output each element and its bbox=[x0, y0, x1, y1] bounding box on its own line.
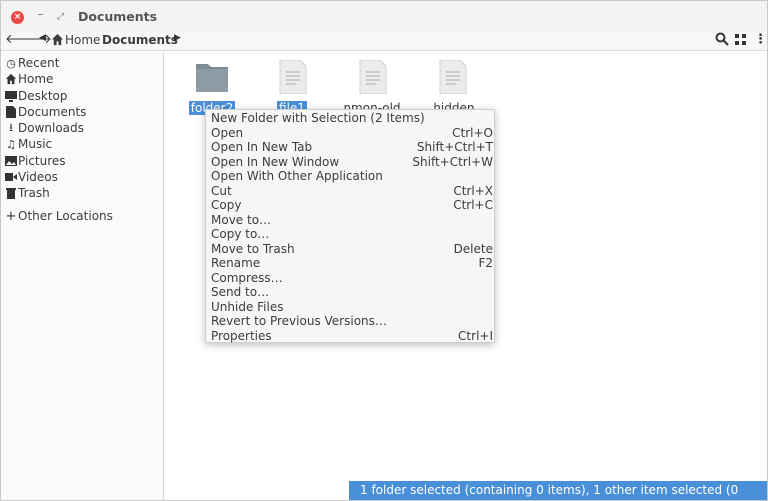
sidebar-item-other-locations[interactable]: + Other Locations bbox=[5, 208, 113, 224]
text-file-icon bbox=[439, 59, 467, 95]
close-window-button[interactable]: × bbox=[11, 11, 24, 24]
sidebar: ◷ Recent Home Desktop Documents ⭳ Downlo… bbox=[1, 52, 164, 500]
menu-item-label: Rename bbox=[211, 256, 261, 270]
search-icon[interactable] bbox=[715, 32, 729, 46]
sidebar-item-label: Other Locations bbox=[18, 209, 113, 223]
menu-item-shortcut: Shift+Ctrl+T bbox=[416, 140, 493, 154]
picture-icon bbox=[5, 156, 17, 166]
clock-icon: ◷ bbox=[6, 56, 16, 70]
download-icon: ⭳ bbox=[9, 120, 13, 134]
menu-icon[interactable]: ⋮ bbox=[754, 32, 767, 47]
breadcrumb-right-chevron-icon[interactable]: ▶ bbox=[174, 33, 181, 43]
menu-item-shortcut: Ctrl+C bbox=[453, 198, 493, 212]
sidebar-item-documents[interactable]: Documents bbox=[5, 104, 86, 120]
menu-item-label: Move to… bbox=[211, 213, 272, 227]
trash-icon bbox=[6, 188, 16, 199]
plus-icon: + bbox=[5, 208, 17, 224]
menu-item-copy-to[interactable]: Copy to… bbox=[211, 227, 493, 241]
breadcrumb-current[interactable]: Documents bbox=[102, 33, 178, 47]
menu-item-shortcut: F2 bbox=[478, 256, 493, 270]
menu-item-copy[interactable]: Copy Ctrl+C bbox=[211, 198, 493, 212]
folder-icon bbox=[196, 64, 228, 92]
header-bar: 🡐 🡒 ◀ Home Documents ▶ ⋮ bbox=[1, 31, 767, 51]
menu-item-label: Properties bbox=[211, 329, 272, 343]
menu-item-label: Revert to Previous Versions… bbox=[211, 314, 387, 328]
menu-item-compress[interactable]: Compress… bbox=[211, 271, 493, 285]
sidebar-item-label: Videos bbox=[18, 170, 58, 184]
home-icon bbox=[51, 33, 64, 46]
grid-view-icon[interactable] bbox=[735, 34, 747, 46]
home-icon bbox=[5, 73, 17, 85]
menu-item-shortcut: Ctrl+X bbox=[453, 184, 493, 198]
menu-item-unhide-files[interactable]: Unhide Files bbox=[211, 300, 493, 314]
window-title: Documents bbox=[78, 9, 158, 24]
music-icon: ♫ bbox=[6, 137, 16, 151]
menu-item-revert-to-previous-versions[interactable]: Revert to Previous Versions… bbox=[211, 314, 493, 328]
menu-item-label: Open In New Tab bbox=[211, 140, 313, 154]
minimize-window-button[interactable]: – bbox=[34, 7, 47, 23]
sidebar-item-label: Recent bbox=[18, 56, 60, 70]
menu-item-open[interactable]: Open Ctrl+O bbox=[211, 126, 493, 140]
menu-item-new-folder-with-selection[interactable]: New Folder with Selection (2 Items) bbox=[211, 111, 493, 125]
menu-item-label: Move to Trash bbox=[211, 242, 295, 256]
menu-item-properties[interactable]: Properties Ctrl+I bbox=[211, 329, 493, 343]
menu-item-label: Open With Other Application bbox=[211, 169, 383, 183]
sidebar-item-trash[interactable]: Trash bbox=[5, 185, 50, 201]
sidebar-item-downloads[interactable]: ⭳ Downloads bbox=[5, 120, 84, 136]
menu-item-label: Open bbox=[211, 126, 244, 140]
menu-item-label: Open In New Window bbox=[211, 155, 340, 169]
sidebar-item-recent[interactable]: ◷ Recent bbox=[5, 55, 59, 71]
text-file-icon bbox=[279, 59, 307, 95]
menu-item-shortcut: Shift+Ctrl+W bbox=[412, 155, 493, 169]
sidebar-item-label: Music bbox=[18, 137, 53, 151]
sidebar-item-music[interactable]: ♫ Music bbox=[5, 136, 52, 152]
menu-item-cut[interactable]: Cut Ctrl+X bbox=[211, 184, 493, 198]
menu-item-rename[interactable]: Rename F2 bbox=[211, 256, 493, 270]
menu-item-label: Send to… bbox=[211, 285, 270, 299]
menu-item-shortcut: Delete bbox=[453, 242, 493, 256]
file-item-hidden[interactable]: .hidden bbox=[417, 59, 487, 115]
sidebar-item-desktop[interactable]: Desktop bbox=[5, 88, 68, 104]
title-bar: × – ⤢ Documents bbox=[1, 1, 767, 31]
menu-item-label: Copy to… bbox=[211, 227, 270, 241]
menu-item-label: Copy bbox=[211, 198, 242, 212]
forward-arrow-icon[interactable]: 🡒 bbox=[17, 31, 52, 47]
file-item-nmon-old[interactable]: nmon-old bbox=[337, 59, 407, 115]
sidebar-item-label: Documents bbox=[18, 105, 87, 119]
sidebar-item-pictures[interactable]: Pictures bbox=[5, 153, 66, 169]
menu-item-label: Compress… bbox=[211, 271, 283, 285]
context-menu: New Folder with Selection (2 Items) Open… bbox=[205, 109, 495, 343]
menu-item-shortcut: Ctrl+O bbox=[452, 126, 493, 140]
sidebar-item-label: Home bbox=[18, 72, 54, 86]
sidebar-item-label: Pictures bbox=[18, 154, 66, 168]
selection-status-bar: 1 folder selected (containing 0 items), … bbox=[349, 481, 767, 500]
sidebar-item-label: Desktop bbox=[18, 89, 68, 103]
file-manager-window: × – ⤢ Documents 🡐 🡒 ◀ Home Documents ▶ ⋮… bbox=[0, 0, 768, 501]
menu-item-open-in-new-window[interactable]: Open In New Window Shift+Ctrl+W bbox=[211, 155, 493, 169]
sidebar-item-videos[interactable]: Videos bbox=[5, 169, 58, 185]
menu-item-label: New Folder with Selection (2 Items) bbox=[211, 111, 425, 125]
menu-item-move-to-trash[interactable]: Move to Trash Delete bbox=[211, 242, 493, 256]
breadcrumb-left-chevron-icon[interactable]: ◀ bbox=[39, 33, 46, 43]
sidebar-item-label: Trash bbox=[18, 186, 50, 200]
menu-item-send-to[interactable]: Send to… bbox=[211, 285, 493, 299]
desktop-icon bbox=[5, 91, 17, 102]
menu-item-shortcut: Ctrl+I bbox=[458, 329, 493, 343]
menu-item-open-with-other-application[interactable]: Open With Other Application bbox=[211, 169, 493, 183]
menu-item-open-in-new-tab[interactable]: Open In New Tab Shift+Ctrl+T bbox=[211, 140, 493, 154]
video-icon bbox=[5, 173, 17, 181]
maximize-window-button[interactable]: ⤢ bbox=[54, 7, 67, 23]
document-icon bbox=[6, 106, 16, 118]
menu-item-move-to[interactable]: Move to… bbox=[211, 213, 493, 227]
breadcrumb-home[interactable]: Home bbox=[65, 33, 100, 47]
sidebar-item-home[interactable]: Home bbox=[5, 71, 53, 87]
file-item-folder2[interactable]: folder2 bbox=[177, 60, 247, 115]
menu-item-label: Cut bbox=[211, 184, 232, 198]
sidebar-item-label: Downloads bbox=[18, 121, 84, 135]
file-item-file1[interactable]: file1 bbox=[257, 59, 327, 115]
menu-item-label: Unhide Files bbox=[211, 300, 284, 314]
text-file-icon bbox=[359, 59, 387, 95]
